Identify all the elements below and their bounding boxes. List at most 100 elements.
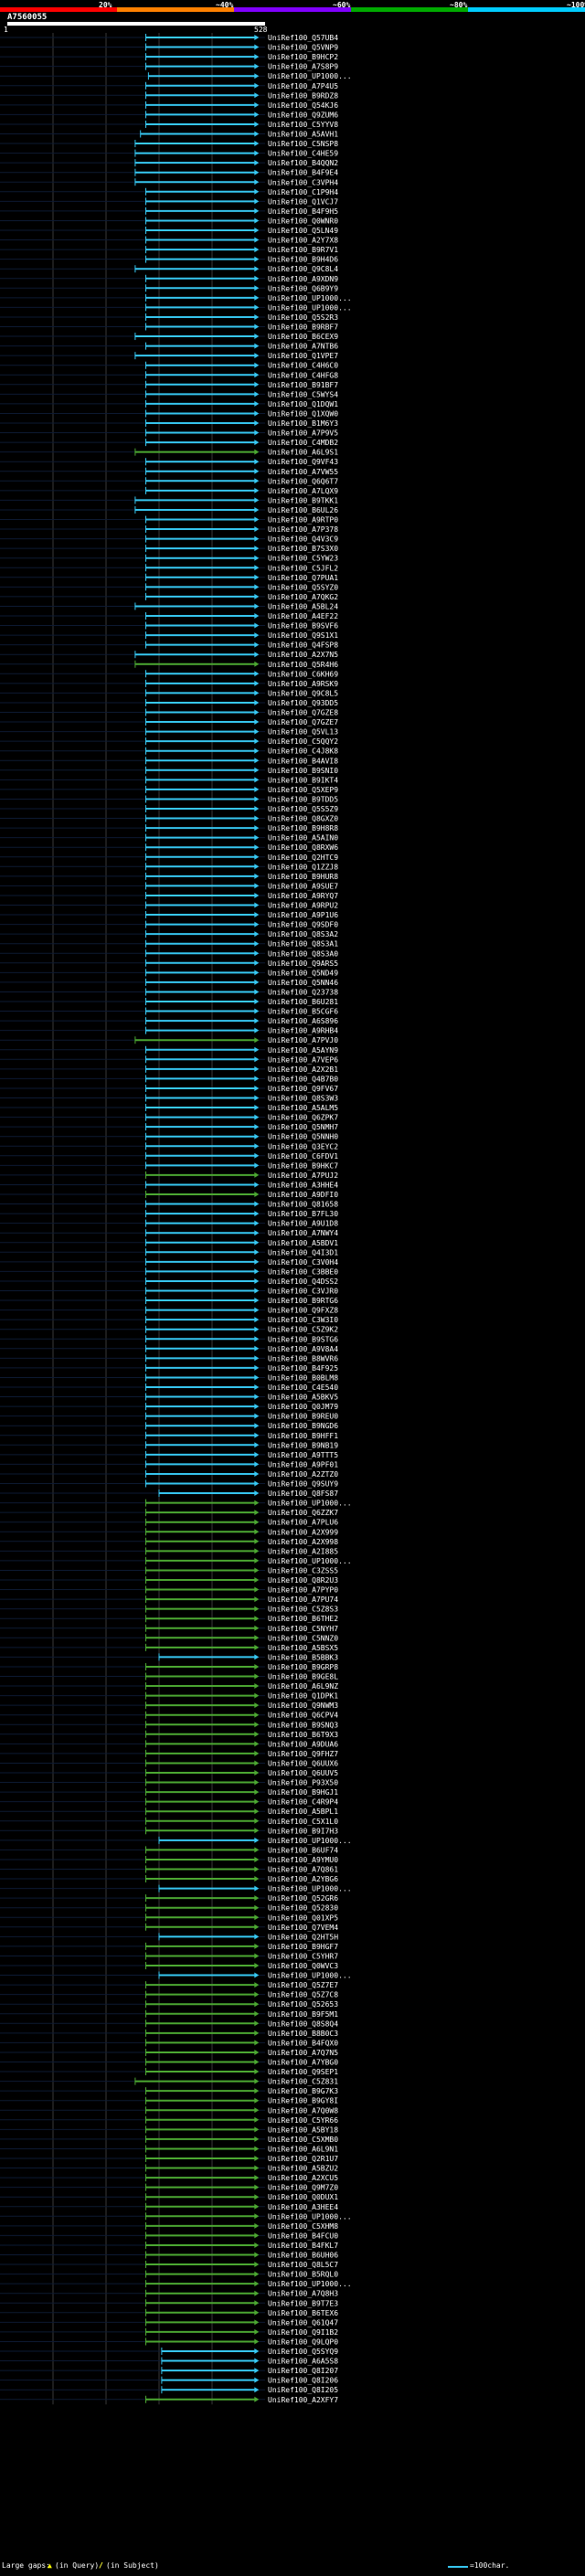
hit-arrow (254, 1914, 260, 1921)
hit-label: UniRef100_Q8S3A1 (268, 940, 338, 949)
hit-label: UniRef100_C3V0H4 (268, 1258, 338, 1267)
hit-label: UniRef100_B6UL26 (268, 506, 338, 514)
hit-label: UniRef100_Q8S3W3 (268, 1095, 338, 1103)
hit-arrow (254, 343, 260, 349)
hit-arrow (254, 506, 260, 513)
hit-label: UniRef100_Q1DPK1 (268, 1692, 338, 1701)
hit-arrow (254, 1798, 260, 1805)
hit-arrow (254, 73, 260, 80)
hit-arrow (254, 449, 260, 455)
hit-arrow (254, 2300, 260, 2306)
hit-label: UniRef100_B4QQN2 (268, 159, 338, 167)
hit-label: UniRef100_C5Z831 (268, 2078, 338, 2086)
hit-label: UniRef100_B6UF74 (268, 1846, 338, 1854)
hit-label: UniRef100_B5RQL0 (268, 2271, 338, 2279)
hit-arrow (254, 892, 260, 898)
hit-arrow (254, 565, 260, 571)
hit-arrow (254, 2319, 260, 2326)
hit-arrow (254, 2001, 260, 2008)
hit-arrow (254, 758, 260, 764)
hit-label: UniRef100_Q1VPE7 (268, 352, 338, 360)
hit-arrow (254, 738, 260, 745)
hit-arrow (254, 1317, 260, 1323)
hit-label: UniRef100_B6U281 (268, 998, 338, 1006)
hit-arrow (254, 989, 260, 995)
hit-label: UniRef100_UP1000... (268, 294, 352, 302)
hit-arrow (254, 1828, 260, 1834)
hit-label: UniRef100_C3VPH4 (268, 178, 338, 186)
hit-arrow (254, 1027, 260, 1034)
hit-arrow (254, 1220, 260, 1226)
hit-label: UniRef100_C1P9H4 (268, 188, 338, 196)
hit-arrow (254, 747, 260, 754)
hit-label: UniRef100_C3BBE0 (268, 1267, 338, 1276)
hit-label: UniRef100_B5BBK3 (268, 1653, 338, 1661)
hit-arrow (254, 815, 260, 822)
hit-label: UniRef100_B4AVI8 (268, 757, 338, 765)
hit-arrow (254, 2165, 260, 2171)
hit-arrow (254, 1018, 260, 1024)
hit-label: UniRef100_A9SUE7 (268, 882, 338, 890)
hit-arrow (254, 970, 260, 976)
hit-arrow (254, 853, 260, 860)
hit-arrow (254, 844, 260, 851)
hit-label: UniRef100_B9STG6 (268, 1335, 338, 1343)
hit-arrow (254, 1490, 260, 1497)
hit-label: UniRef100_A2X2B1 (268, 1065, 338, 1074)
hit-arrow (254, 400, 260, 407)
hit-label: UniRef100_A5BY18 (268, 2125, 338, 2134)
hit-arrow (254, 1307, 260, 1313)
hit-label: UniRef100_B4F925 (268, 1364, 338, 1373)
hit-arrow (254, 1557, 260, 1564)
hit-label: UniRef100_Q6UUV5 (268, 1769, 338, 1777)
hit-label: UniRef100_Q4I3D1 (268, 1248, 338, 1256)
hit-label: UniRef100_UP1000... (268, 1557, 352, 1565)
hit-arrow (254, 1095, 260, 1101)
query-name: A7560055 (7, 13, 48, 22)
hit-label: UniRef100_A7VEP6 (268, 1055, 338, 1064)
hit-arrow (254, 237, 260, 243)
hit-arrow (254, 2290, 260, 2296)
hit-arrow (254, 864, 260, 870)
hit-arrow (254, 1567, 260, 1574)
hit-arrow (254, 1934, 260, 1940)
hit-arrow (254, 1105, 260, 1111)
hit-arrow (254, 1789, 260, 1796)
hit-label: UniRef100_Q5R4H6 (268, 661, 338, 669)
hit-label: UniRef100_A2Y7X8 (268, 237, 338, 245)
hit-arrow (254, 641, 260, 648)
hit-label: UniRef100_A7NWY4 (268, 1229, 338, 1237)
hit-label: UniRef100_C5YHR7 (268, 1952, 338, 1960)
hit-label: UniRef100_Q9ZUM6 (268, 111, 338, 119)
hit-arrow (254, 728, 260, 735)
hit-arrow (254, 1663, 260, 1670)
hit-arrow (254, 1982, 260, 1988)
hit-label: UniRef100_A9DFI0 (268, 1191, 338, 1199)
hit-label: UniRef100_A9RYQ7 (268, 892, 338, 900)
hit-arrow (254, 2146, 260, 2152)
scale-label: ~100% (567, 1, 585, 9)
hit-arrow (254, 2358, 260, 2364)
hit-arrow (254, 487, 260, 493)
scale-legend-line (448, 2566, 468, 2568)
hit-label: UniRef100_A5BPL1 (268, 1807, 338, 1816)
hit-arrow (254, 1171, 260, 1178)
identity-scale: 20% ~40% ~60% ~80% ~100% (0, 0, 585, 13)
hit-label: UniRef100_A5ALM5 (268, 1104, 338, 1112)
hit-arrow (254, 313, 260, 320)
hit-arrow (254, 1548, 260, 1554)
hit-arrow (254, 1065, 260, 1072)
hit-arrow (254, 1856, 260, 1862)
hit-label: UniRef100_A5BZU2 (268, 2165, 338, 2173)
hit-label: UniRef100_C4R9P4 (268, 1798, 338, 1807)
hit-arrow (254, 1972, 260, 1978)
hit-label: UniRef100_A2XFY7 (268, 2396, 338, 2404)
hit-arrow (254, 1538, 260, 1544)
hit-label: UniRef100_Q61Q47 (268, 2318, 338, 2327)
scale-label: ~60% (333, 1, 351, 9)
hit-arrow (254, 1712, 260, 1718)
hit-label: UniRef100_Q8I207 (268, 2367, 338, 2375)
hit-arrow (254, 2309, 260, 2316)
hit-label: UniRef100_B9NB19 (268, 1441, 338, 1449)
hit-label: UniRef100_C4MDB2 (268, 439, 338, 447)
